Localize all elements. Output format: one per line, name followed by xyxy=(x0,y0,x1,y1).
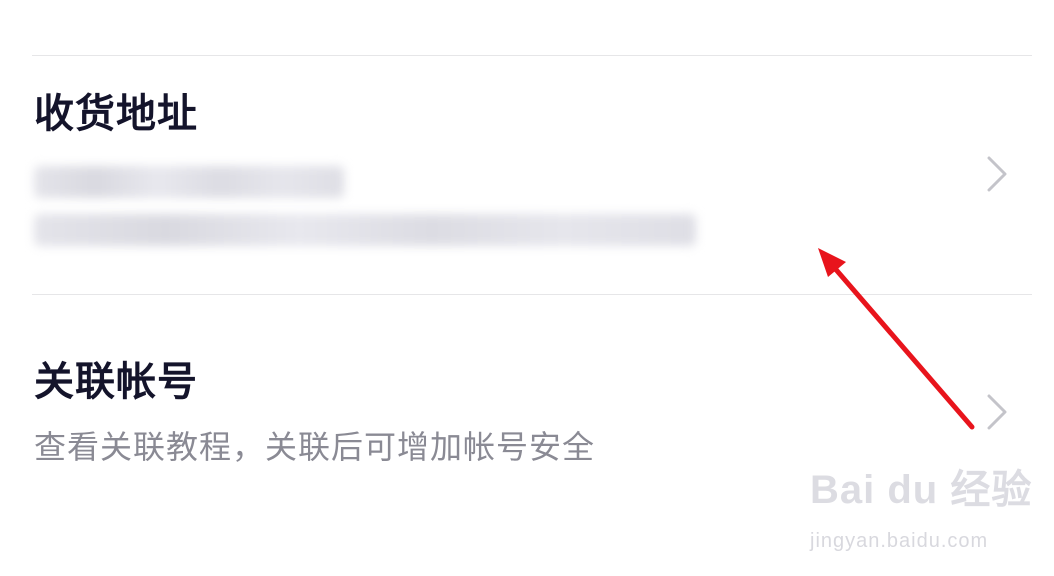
shipping-address-title: 收货地址 xyxy=(34,91,198,137)
settings-page: 收货地址 关联帐号 查看关联教程，关联后可增加帐号安全 Bai du 经验 ji… xyxy=(0,0,1054,576)
linked-account-subtitle: 查看关联教程，关联后可增加帐号安全 xyxy=(34,428,596,466)
watermark-url: jingyan.baidu.com xyxy=(810,530,989,552)
shipping-contact-redacted xyxy=(34,166,344,198)
baidu-jingyan-watermark: Bai du 经验 jingyan.baidu.com xyxy=(810,470,1031,560)
chevron-right-icon xyxy=(987,394,1007,430)
shipping-address-redacted xyxy=(34,214,696,246)
shipping-address-row[interactable]: 收货地址 xyxy=(0,56,1054,294)
chevron-right-icon xyxy=(987,156,1007,192)
watermark-logo: Bai du 经验 xyxy=(810,468,1033,512)
linked-account-row[interactable]: 关联帐号 查看关联教程，关联后可增加帐号安全 xyxy=(0,295,1054,495)
linked-account-title: 关联帐号 xyxy=(34,359,198,405)
